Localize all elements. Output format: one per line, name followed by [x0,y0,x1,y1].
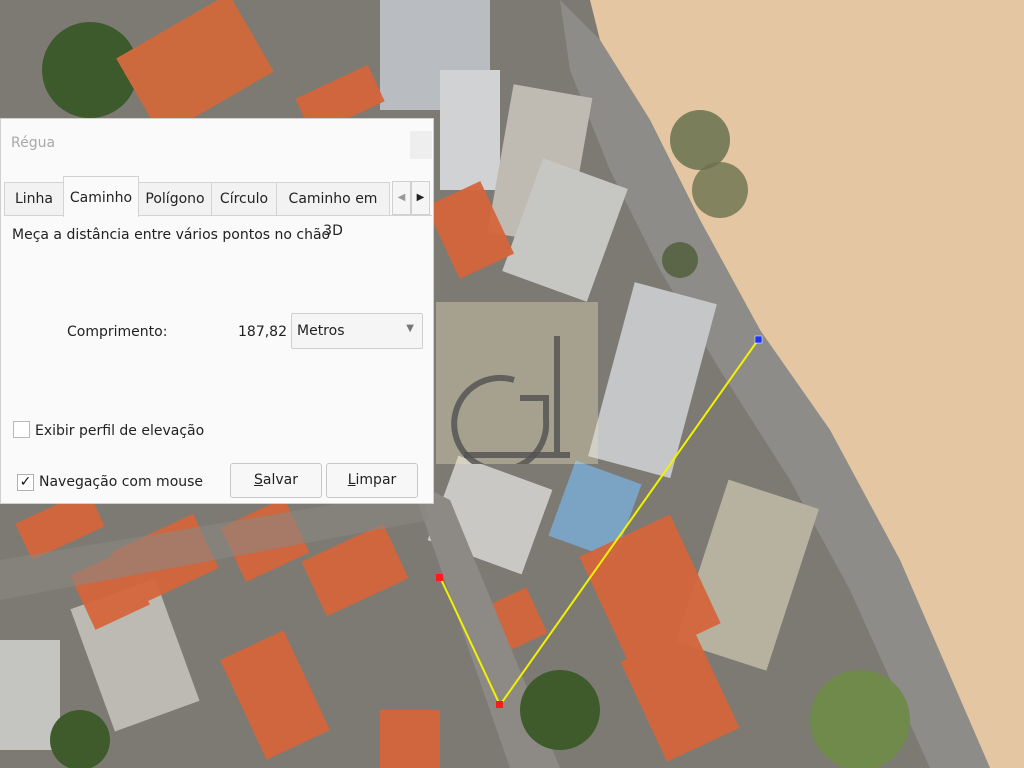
tab-scroll-right-icon[interactable]: ▶ [411,181,430,215]
tab-poligono[interactable]: Polígono [138,182,212,216]
watermark-logo [436,302,598,473]
length-value: 187,82 [238,324,287,340]
unit-select[interactable]: Metros ▼ [291,313,423,349]
tab-bar: Linha Caminho Polígono Círculo Caminho e… [4,176,432,239]
tab-scroll-left-icon[interactable]: ◀ [392,181,411,215]
path-vertex-marker [436,574,443,581]
tab-description: Meça a distância entre vários pontos no … [12,227,331,243]
tab-linha[interactable]: Linha [4,182,64,216]
length-label: Comprimento: [67,324,168,340]
path-vertex-marker [496,701,503,708]
tab-caminho-3d[interactable]: Caminho em 3D [276,182,390,239]
checkmark-icon: ✓ [19,474,32,490]
mouse-navigation-checkbox[interactable]: ✓ [17,474,34,491]
elevation-profile-label[interactable]: Exibir perfil de elevação [35,423,204,439]
mouse-navigation-label[interactable]: Navegação com mouse [39,474,203,490]
unit-selected-value: Metros [297,323,345,339]
window-control-button[interactable] [410,131,432,159]
ruler-dialog: Régua Linha Caminho Polígono Círculo Cam… [0,118,434,504]
save-button[interactable]: Salvar [230,463,322,498]
dialog-titlebar[interactable]: Régua [1,119,433,169]
chevron-down-icon: ▼ [406,323,414,334]
path-start-marker [754,335,763,344]
dialog-title: Régua [11,135,56,151]
elevation-profile-checkbox[interactable] [13,421,30,438]
tab-circulo[interactable]: Círculo [211,182,277,216]
tab-caminho[interactable]: Caminho [63,176,139,217]
clear-button[interactable]: Limpar [326,463,418,498]
